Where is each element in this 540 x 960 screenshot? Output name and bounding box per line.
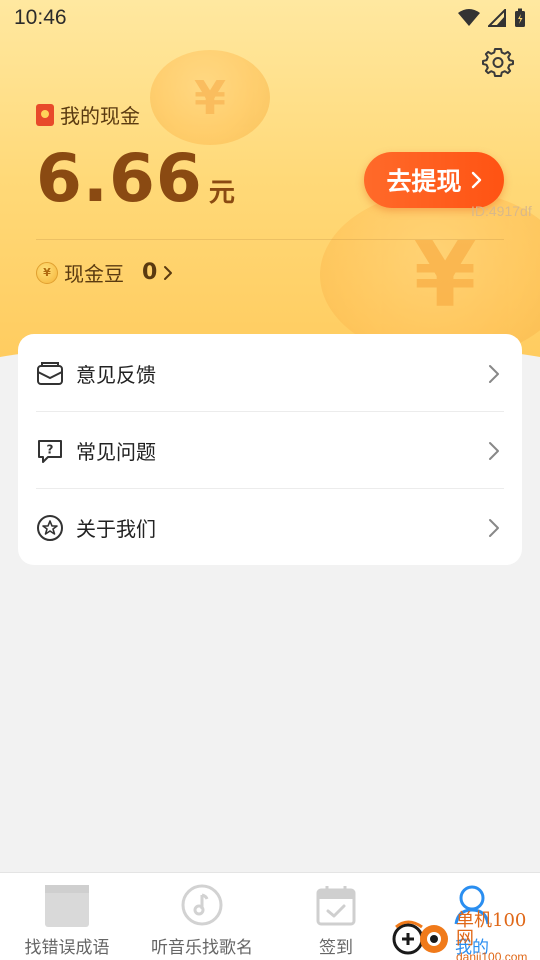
chevron-right-icon — [164, 265, 173, 280]
menu-item-label: 常见问题 — [76, 440, 156, 464]
yen-icon: ¥ — [193, 70, 226, 125]
cash-amount-value: 6.66 — [36, 140, 203, 217]
faq-icon: ? — [36, 437, 64, 465]
divider — [36, 239, 504, 240]
watermark-url: danji100.com — [456, 949, 528, 960]
cash-amount-unit: 元 — [208, 178, 235, 208]
battery-icon — [515, 8, 525, 27]
withdraw-button-label: 去提现 — [386, 167, 462, 196]
about-icon — [36, 514, 64, 542]
watermark-title: 单机100网 — [456, 909, 527, 949]
status-time: 10:46 — [14, 6, 67, 29]
menu-item-label: 意见反馈 — [76, 363, 156, 387]
idiom-icon — [43, 881, 91, 929]
feedback-icon — [36, 360, 64, 388]
menu-item-about[interactable]: 关于我们 — [36, 489, 504, 566]
tab-label: 签到 — [319, 938, 353, 958]
chevron-right-icon — [484, 518, 504, 538]
calendar-icon — [316, 881, 356, 929]
user-id: ID:4917df — [471, 203, 532, 219]
red-packet-icon — [36, 103, 54, 126]
chevron-right-icon — [471, 171, 481, 189]
settings-button[interactable] — [480, 44, 516, 80]
tab-label: 找错误成语 — [24, 938, 110, 958]
beans-value: 0 — [142, 260, 158, 285]
music-icon — [181, 881, 223, 929]
menu-item-feedback[interactable]: 意见反馈 — [36, 335, 504, 412]
cash-title-label: 我的现金 — [60, 104, 140, 128]
beans-label: 现金豆 — [64, 262, 124, 286]
svg-text:?: ? — [47, 442, 54, 456]
menu-item-faq[interactable]: ? 常见问题 — [36, 412, 504, 489]
signal-icon — [488, 9, 506, 27]
chevron-right-icon — [484, 441, 504, 461]
status-icons — [458, 8, 526, 28]
menu-card: 意见反馈 ? 常见问题 关于我们 — [18, 334, 522, 565]
watermark-logo — [388, 917, 454, 957]
coin-decoration: ¥ — [150, 50, 270, 145]
tab-music[interactable]: 听音乐找歌名 — [150, 873, 254, 960]
cash-amount: 6.66 元 — [36, 140, 235, 217]
tab-label: 听音乐找歌名 — [151, 938, 253, 958]
cash-beans-row[interactable]: ¥ 现金豆 0 — [36, 258, 173, 287]
cash-title: 我的现金 — [36, 100, 140, 129]
watermark: 单机100网 danji100.com — [388, 909, 540, 960]
tab-idiom[interactable]: 找错误成语 — [16, 873, 118, 960]
gear-icon — [482, 48, 514, 77]
menu-item-label: 关于我们 — [76, 517, 156, 541]
chevron-right-icon — [484, 364, 504, 384]
withdraw-button[interactable]: 去提现 — [364, 152, 504, 208]
wifi-icon — [458, 9, 480, 26]
coin-icon: ¥ — [36, 261, 58, 284]
tab-checkin[interactable]: 签到 — [306, 873, 366, 960]
status-bar: 10:46 — [0, 0, 540, 36]
